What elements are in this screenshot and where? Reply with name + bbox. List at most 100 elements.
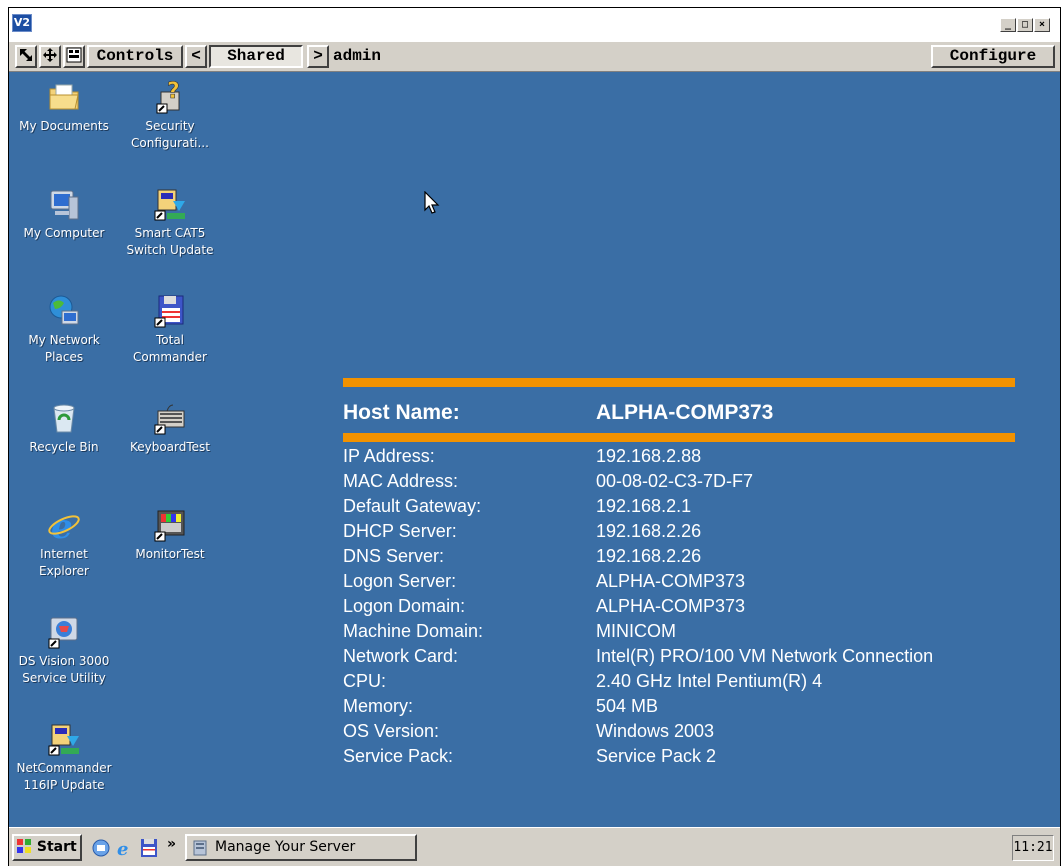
desktop-icon-label: NetCommander 116IP Update (16, 761, 112, 792)
info-value: ALPHA-COMP373 (596, 596, 746, 616)
security-config-icon: ? (153, 79, 187, 114)
desktop-icon-label: Recycle Bin (29, 440, 99, 454)
info-row-logon-server: Logon Server: ALPHA-COMP373 (343, 571, 1023, 596)
info-row-machine-domain: Machine Domain: MINICOM (343, 621, 1023, 646)
service-utility-icon (47, 615, 81, 649)
update-shortcut-icon (153, 187, 187, 221)
desktop-icon-label: KeyboardTest (129, 440, 211, 454)
accent-bar-bottom (343, 433, 1015, 442)
internet-explorer-icon: e (47, 507, 81, 547)
desktop-icon-my-documents[interactable]: My Documents (11, 80, 117, 135)
recycle-bin-icon (47, 401, 81, 435)
info-value: 192.168.2.26 (596, 521, 702, 541)
taskbar: Start e » Manage Your Server 11:21 (9, 827, 1060, 866)
desktop-icon-label: Total Commander (133, 333, 207, 364)
controls-menu-button[interactable]: Controls (87, 45, 183, 68)
taskbar-task-manage-your-server[interactable]: Manage Your Server (185, 834, 417, 861)
desktop-icon-total-commander[interactable]: Total Commander (117, 294, 223, 366)
kvm-viewer-window: V2 _ □ × Controls < Shared > admin Confi… (8, 7, 1061, 866)
windows-logo-icon (17, 839, 31, 853)
info-value: 504 MB (596, 696, 659, 716)
info-key: Network Card: (343, 646, 459, 666)
desktop-icon-monitortest[interactable]: MonitorTest (117, 508, 223, 563)
desktop-icon-security-configuration[interactable]: ? Security Configurati... (117, 79, 223, 152)
manage-server-icon (193, 840, 207, 856)
start-label: Start (36, 839, 77, 855)
info-value: ALPHA-COMP373 (596, 571, 746, 591)
info-key: OS Version: (343, 721, 440, 741)
info-key: Default Gateway: (343, 496, 482, 516)
info-row-network-card: Network Card: Intel(R) PRO/100 VM Networ… (343, 646, 1023, 671)
floppy-quicklaunch-icon[interactable] (139, 838, 159, 858)
desktop-icon-label: DS Vision 3000 Service Utility (18, 654, 110, 685)
info-key: IP Address: (343, 446, 435, 466)
title-bar: V2 _ □ × (9, 8, 1060, 42)
internet-explorer-quicklaunch-icon[interactable]: e (115, 838, 135, 858)
viewer-toolbar: Controls < Shared > admin Configure (9, 42, 1060, 72)
desktop-icon-label: My Network Places (28, 333, 100, 364)
configure-button[interactable]: Configure (931, 45, 1055, 68)
desktop-icon-label: Security Configurati... (131, 119, 209, 150)
desktop-show-icon[interactable] (91, 838, 111, 858)
shared-mode-button[interactable]: Shared (209, 45, 303, 68)
update-shortcut-icon (47, 722, 81, 756)
restore-button[interactable]: □ (1017, 18, 1033, 32)
host-name-value: ALPHA-COMP373 (596, 401, 774, 424)
ctrl-alt-del-icon[interactable] (63, 45, 85, 68)
info-value: 192.168.2.26 (596, 546, 702, 566)
info-key: Logon Server: (343, 571, 457, 591)
info-row-ip-address: IP Address: 192.168.2.88 (343, 446, 1023, 471)
info-row-default-gateway: Default Gateway: 192.168.2.1 (343, 496, 1023, 521)
info-key: DHCP Server: (343, 521, 457, 541)
computer-icon (47, 187, 81, 221)
desktop-icon-label: My Documents (19, 119, 109, 133)
desktop-icon-internet-explorer[interactable]: e Internet Explorer (11, 507, 117, 580)
desktop-icon-netcommander-update[interactable]: NetCommander 116IP Update (11, 722, 117, 794)
desktop-icon-label: Internet Explorer (39, 547, 89, 578)
desktop-icon-smart-cat5-update[interactable]: Smart CAT5 Switch Update (117, 187, 223, 259)
desktop-icon-label: My Computer (23, 226, 105, 240)
info-row-mac-address: MAC Address: 00-08-02-C3-7D-F7 (343, 471, 1023, 496)
resize-arrow-icon[interactable] (15, 45, 37, 68)
minimize-button[interactable]: _ (1000, 18, 1016, 32)
info-key: CPU: (343, 671, 387, 691)
prev-mode-button[interactable]: < (185, 45, 207, 68)
info-key: Memory: (343, 696, 414, 716)
desktop-icon-my-computer[interactable]: My Computer (11, 187, 117, 242)
move-cross-icon[interactable] (39, 45, 61, 68)
task-label: Manage Your Server (215, 839, 356, 855)
info-value: 00-08-02-C3-7D-F7 (596, 471, 754, 491)
app-icon: V2 (12, 14, 32, 32)
info-value: 192.168.2.88 (596, 446, 702, 466)
desktop-icon-keyboardtest[interactable]: KeyboardTest (117, 401, 223, 456)
system-clock: 11:21 (1012, 835, 1054, 861)
svg-text:?: ? (167, 80, 180, 104)
desktop-icon-ds-vision-service-utility[interactable]: DS Vision 3000 Service Utility (11, 615, 117, 687)
desktop-icon-recycle-bin[interactable]: Recycle Bin (11, 401, 117, 456)
start-button[interactable]: Start (12, 834, 82, 861)
remote-desktop: My Documents My Computer My Network Plac… (9, 72, 1060, 827)
info-key: Machine Domain: (343, 621, 484, 641)
info-value: 2.40 GHz Intel Pentium(R) 4 (596, 671, 823, 691)
user-name: admin (333, 47, 382, 65)
info-row-memory: Memory: 504 MB (343, 696, 1023, 721)
info-value: Windows 2003 (596, 721, 715, 741)
info-key: Service Pack: (343, 746, 454, 766)
desktop-icon-label: Smart CAT5 Switch Update (126, 226, 214, 257)
quicklaunch-chevron[interactable]: » (167, 836, 176, 852)
info-row-dns-server: DNS Server: 192.168.2.26 (343, 546, 1023, 571)
info-row-os-version: OS Version: Windows 2003 (343, 721, 1023, 746)
desktop-icon-my-network-places[interactable]: My Network Places (11, 294, 117, 366)
keyboard-shortcut-icon (153, 401, 187, 435)
next-mode-button[interactable]: > (307, 45, 329, 68)
system-info-panel: Host Name: ALPHA-COMP373 IP Address: 192… (343, 378, 1015, 778)
monitor-test-icon (153, 508, 187, 542)
accent-bar-top (343, 378, 1015, 387)
info-row-service-pack: Service Pack: Service Pack 2 (343, 746, 1023, 771)
network-places-icon (47, 294, 81, 328)
desktop-icon-label: MonitorTest (135, 547, 205, 561)
info-value: 192.168.2.1 (596, 496, 692, 516)
mouse-cursor-icon (424, 191, 440, 214)
floppy-shortcut-icon (153, 294, 187, 328)
close-button[interactable]: × (1034, 18, 1050, 32)
